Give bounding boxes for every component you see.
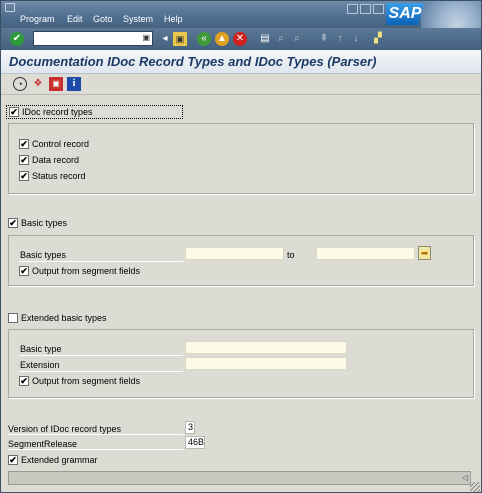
label-extended-grammar: Extended grammar [21, 455, 98, 465]
new-session-icon[interactable]: ▞ [371, 32, 385, 46]
menu-goto[interactable]: Goto [93, 14, 113, 24]
label-extended-types-section: Extended basic types [21, 313, 107, 323]
label-basic-types-field: Basic types [20, 250, 67, 260]
execute-icon[interactable]: ◔ [13, 77, 27, 91]
expand-icon[interactable]: ◂ [158, 32, 172, 46]
window-controls [347, 4, 386, 16]
sap-logo: SAP [386, 3, 424, 25]
first-page-icon[interactable]: ⇞ [317, 32, 331, 46]
menu-program[interactable]: Program [20, 14, 55, 24]
save-icon[interactable]: ▣ [173, 32, 187, 46]
checkbox-status-record[interactable]: ✔ [19, 171, 29, 181]
label-extended-output-segment: Output from segment fields [32, 376, 141, 386]
basic-types-from-input[interactable] [185, 247, 284, 260]
label-extension: Extension [20, 360, 60, 370]
field-underline [19, 371, 183, 372]
sap-window: Program Edit Goto System Help SAP ✔ ▣ ◂ … [0, 0, 482, 493]
close-window-icon[interactable] [373, 4, 384, 14]
find-icon[interactable]: ⌕ [274, 32, 288, 46]
info-icon[interactable]: i [67, 77, 81, 91]
status-scroll-icon[interactable]: ◁ [462, 473, 468, 482]
prev-page-icon[interactable]: ↑ [333, 32, 347, 46]
basic-type-input[interactable] [185, 341, 347, 354]
label-data-record: Data record [32, 155, 80, 165]
label-basic-output-segment: Output from segment fields [32, 266, 141, 276]
page-title: Documentation IDoc Record Types and IDoc… [9, 54, 377, 69]
label-basic-type: Basic type [20, 344, 62, 354]
multiple-selection-icon[interactable]: ➡ [418, 246, 431, 260]
checkbox-extended-types[interactable] [8, 313, 18, 323]
label-version: Version of IDoc record types [8, 424, 122, 434]
menu-help[interactable]: Help [164, 14, 183, 24]
label-segment-release: SegmentRelease [8, 439, 78, 449]
status-bar: ◁ [8, 471, 471, 485]
cancel-icon[interactable]: ✕ [233, 32, 247, 46]
menu-edit[interactable]: Edit [67, 14, 83, 24]
next-page-icon[interactable]: ↓ [349, 32, 363, 46]
extension-input[interactable] [185, 357, 347, 370]
checkbox-record-types[interactable]: ✔ [9, 107, 19, 117]
title-bar: Documentation IDoc Record Types and IDoc… [1, 50, 481, 74]
menu-system[interactable]: System [123, 14, 153, 24]
print-icon[interactable]: ▤ [258, 32, 272, 46]
checkbox-basic-output-segment[interactable]: ✔ [19, 266, 29, 276]
label-record-types: IDoc record types [22, 107, 93, 117]
label-to: to [287, 250, 295, 260]
checkbox-control-record[interactable]: ✔ [19, 139, 29, 149]
checkbox-basic-types[interactable]: ✔ [8, 218, 18, 228]
checkbox-data-record[interactable]: ✔ [19, 155, 29, 165]
checkbox-extended-output-segment[interactable]: ✔ [19, 376, 29, 386]
field-underline [8, 449, 183, 450]
resize-grip[interactable] [470, 482, 480, 492]
variant-icon[interactable]: ❖ [31, 77, 45, 91]
enter-icon[interactable]: ✔ [10, 32, 24, 46]
command-field[interactable]: ▣ [33, 31, 153, 46]
field-underline [19, 355, 183, 356]
field-underline [19, 261, 183, 262]
minimize-icon[interactable] [347, 4, 358, 14]
command-history-icon[interactable]: ▣ [142, 33, 150, 42]
back-icon[interactable]: « [197, 32, 211, 46]
segment-release-input[interactable]: 46B [185, 436, 205, 449]
exit-icon[interactable]: ▲ [215, 32, 229, 46]
find-next-icon[interactable]: ⌕ [290, 32, 304, 46]
field-underline [8, 434, 183, 435]
label-status-record: Status record [32, 171, 86, 181]
standard-toolbar: ✔ ▣ ◂ ▣ « ▲ ✕ ▤ ⌕ ⌕ ⇞ ↑ ↓ ▞ [1, 28, 481, 50]
application-toolbar: ◔ ❖ ▣ i [1, 75, 481, 95]
maximize-icon[interactable] [360, 4, 371, 14]
version-input[interactable]: 3 [185, 421, 195, 434]
save-variant-icon[interactable]: ▣ [49, 77, 63, 91]
system-menu-icon[interactable] [5, 3, 15, 12]
menu-bar: Program Edit Goto System Help SAP [1, 1, 481, 61]
basic-types-to-input[interactable] [316, 247, 415, 260]
label-basic-types-section: Basic types [21, 218, 68, 228]
checkbox-extended-grammar[interactable]: ✔ [8, 455, 18, 465]
label-control-record: Control record [32, 139, 90, 149]
